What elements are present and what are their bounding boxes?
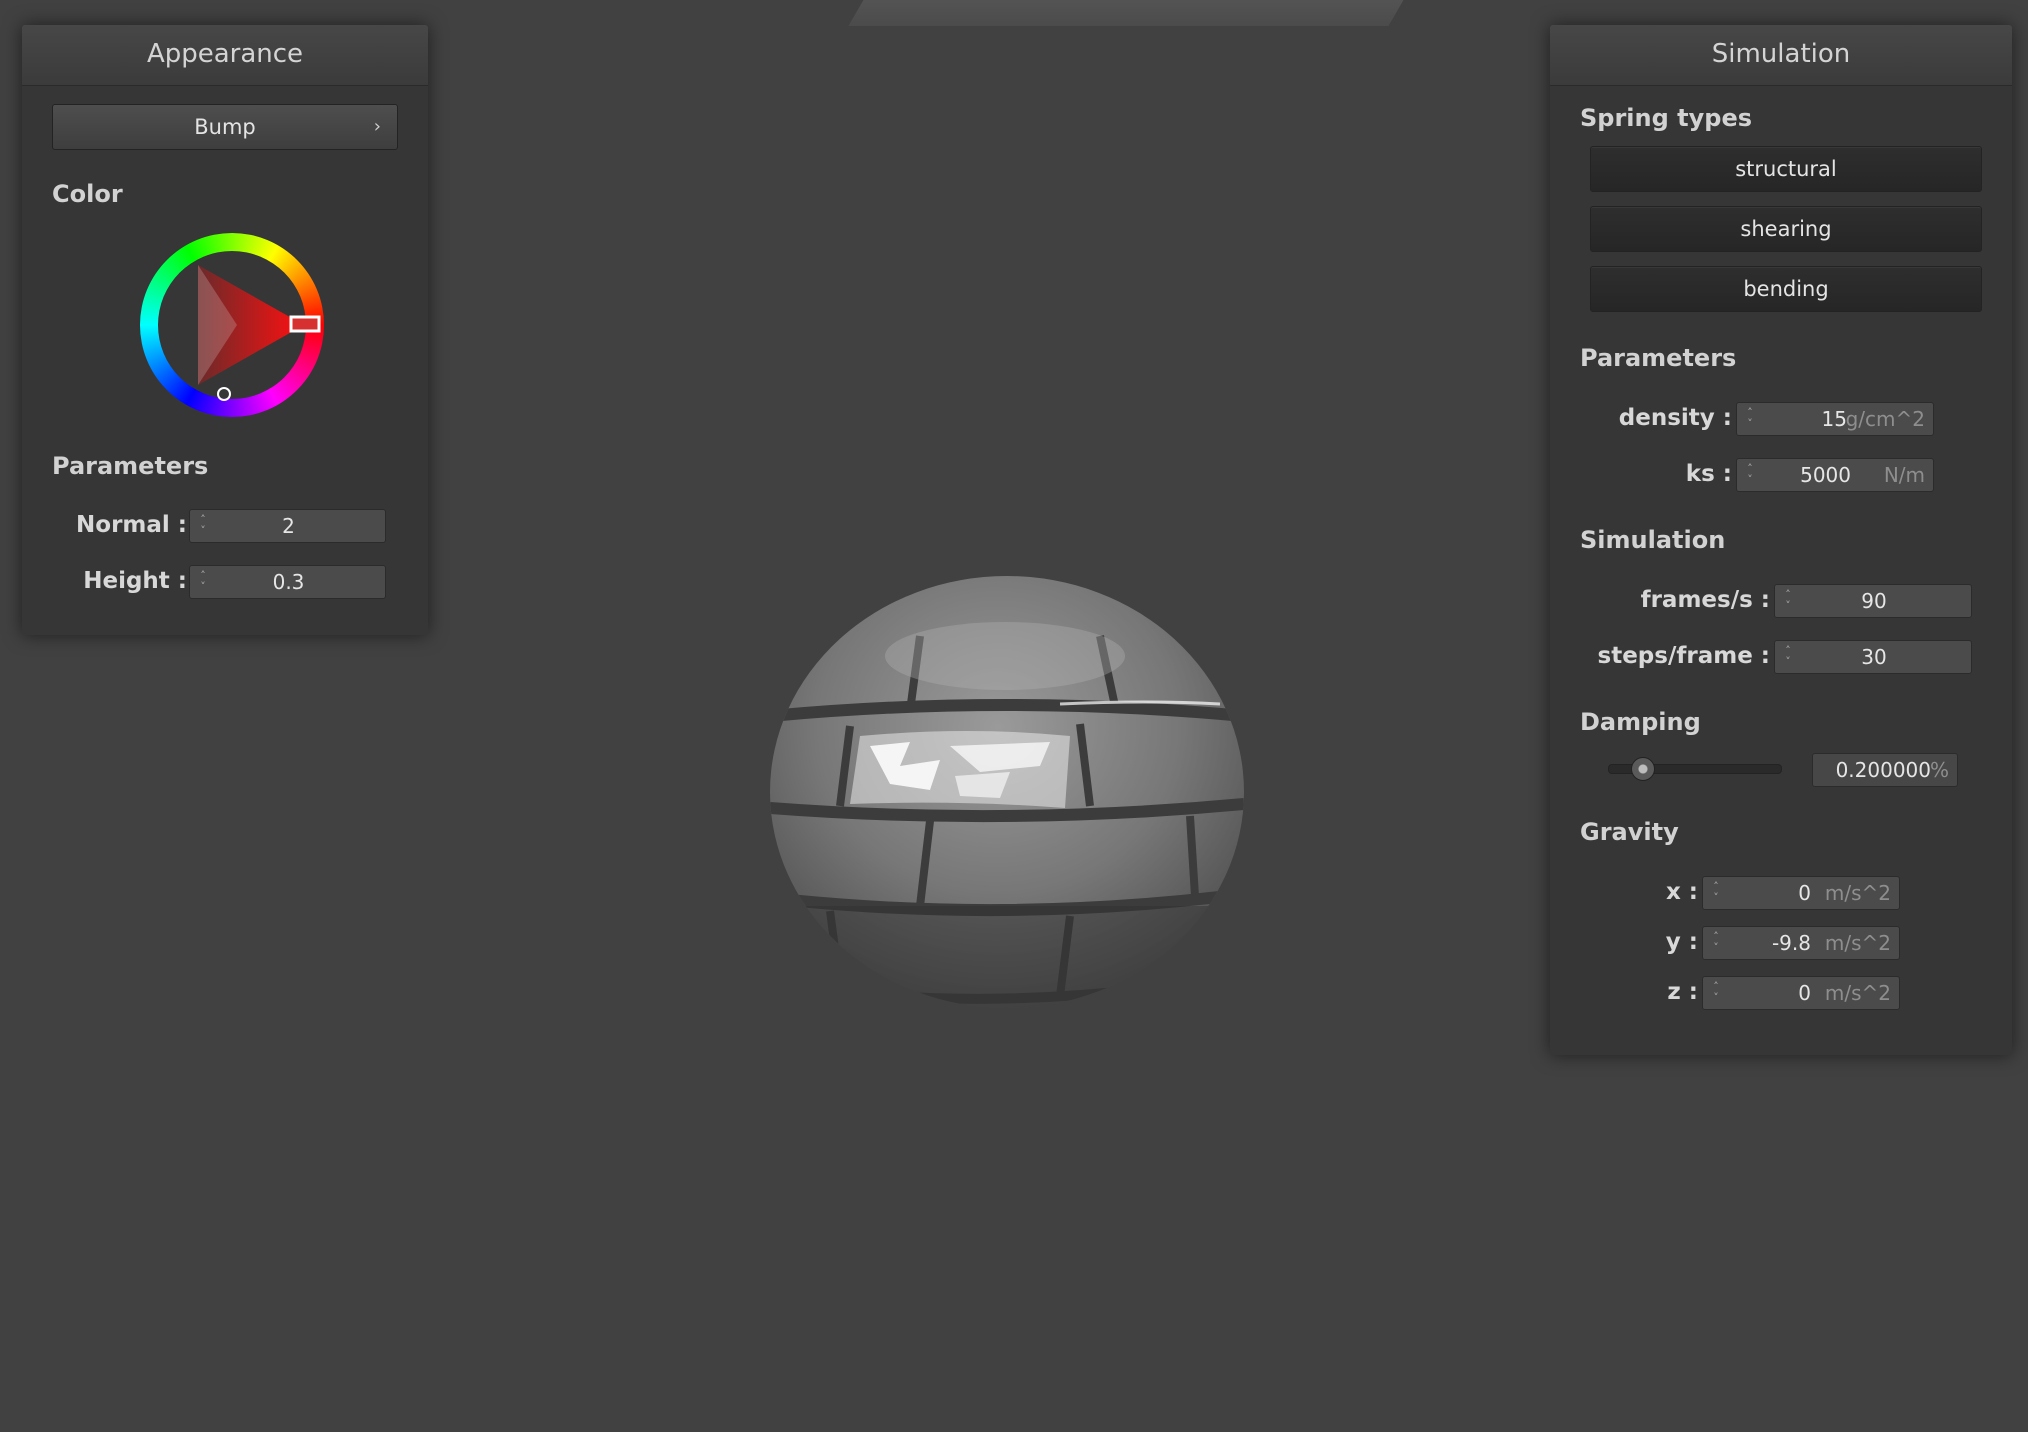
gravity-z-unit: m/s^2	[1824, 981, 1891, 1005]
gravity-label: Gravity	[1580, 818, 1679, 846]
simulation-panel-title: Simulation	[1550, 25, 2012, 86]
shader-select-label: Bump	[194, 115, 256, 139]
sim-params-label: Parameters	[1580, 344, 1737, 372]
damping-unit: %	[1929, 758, 1949, 782]
ks-unit: N/m	[1883, 463, 1925, 487]
spring-bending-button[interactable]: bending	[1590, 266, 1982, 312]
spinner-arrows-icon[interactable]: ˄ ˅	[1710, 881, 1722, 905]
ks-label: ks :	[1685, 461, 1732, 487]
sim-section-label: Simulation	[1580, 526, 1726, 554]
spring-types-label: Spring types	[1580, 104, 1753, 132]
spinner-arrows-icon[interactable]: ˄ ˅	[1744, 407, 1756, 431]
normal-label: Normal :	[76, 512, 187, 538]
appearance-panel: Appearance Bump › Color Parameters Norma…	[22, 25, 428, 635]
color-wheel[interactable]	[137, 230, 327, 420]
height-input[interactable]: ˄ ˅ 0.3	[189, 565, 386, 599]
steps-value: 30	[1861, 645, 1887, 669]
ks-value: 5000	[1800, 463, 1851, 487]
chevron-right-icon: ›	[373, 116, 381, 137]
damping-value: 0.200000	[1835, 758, 1931, 782]
density-label: density :	[1618, 405, 1732, 431]
ks-input[interactable]: ˄ ˅ 5000 N/m	[1736, 458, 1934, 492]
spring-structural-button[interactable]: structural	[1590, 146, 1982, 192]
shader-select-button[interactable]: Bump ›	[52, 104, 398, 150]
gravity-y-value: -9.8	[1771, 931, 1811, 955]
gravity-y-label: y :	[1665, 929, 1698, 955]
normal-value: 2	[282, 514, 295, 538]
appearance-params-label: Parameters	[52, 452, 209, 480]
gravity-y-input[interactable]: ˄ ˅ -9.8 m/s^2	[1702, 926, 1900, 960]
gravity-x-label: x :	[1665, 879, 1698, 905]
spinner-arrows-icon[interactable]: ˄ ˅	[1710, 981, 1722, 1005]
gravity-z-label: z :	[1667, 979, 1698, 1005]
gravity-z-value: 0	[1798, 981, 1811, 1005]
damping-slider-knob[interactable]	[1631, 757, 1656, 781]
fps-value: 90	[1861, 589, 1887, 613]
color-section-label: Color	[52, 180, 123, 208]
damping-input[interactable]: 0.200000 %	[1812, 753, 1958, 787]
fps-input[interactable]: ˄ ˅ 90	[1774, 584, 1972, 618]
density-value: 15	[1821, 407, 1847, 431]
density-input[interactable]: ˄ ˅ 15 g/cm^2	[1736, 402, 1934, 436]
steps-label: steps/frame :	[1597, 643, 1770, 669]
cloth-mesh	[848, 0, 1412, 26]
appearance-panel-title: Appearance	[22, 25, 428, 86]
spring-shearing-button[interactable]: shearing	[1590, 206, 1982, 252]
gravity-x-input[interactable]: ˄ ˅ 0 m/s^2	[1702, 876, 1900, 910]
height-value: 0.3	[272, 570, 305, 594]
gravity-y-unit: m/s^2	[1824, 931, 1891, 955]
density-unit: g/cm^2	[1845, 407, 1925, 431]
spinner-arrows-icon[interactable]: ˄ ˅	[1744, 463, 1756, 487]
simulation-panel: Simulation Spring types structural shear…	[1550, 25, 2012, 1055]
steps-input[interactable]: ˄ ˅ 30	[1774, 640, 1972, 674]
height-label: Height :	[83, 568, 187, 594]
damping-label: Damping	[1580, 708, 1701, 736]
fps-label: frames/s :	[1640, 587, 1770, 613]
normal-input[interactable]: ˄ ˅ 2	[189, 509, 386, 543]
gravity-x-unit: m/s^2	[1824, 881, 1891, 905]
gravity-x-value: 0	[1798, 881, 1811, 905]
bump-mapped-sphere	[770, 576, 1244, 1008]
gravity-z-input[interactable]: ˄ ˅ 0 m/s^2	[1702, 976, 1900, 1010]
spinner-arrows-icon[interactable]: ˄ ˅	[1710, 931, 1722, 955]
hue-ring-handle[interactable]	[289, 315, 321, 333]
